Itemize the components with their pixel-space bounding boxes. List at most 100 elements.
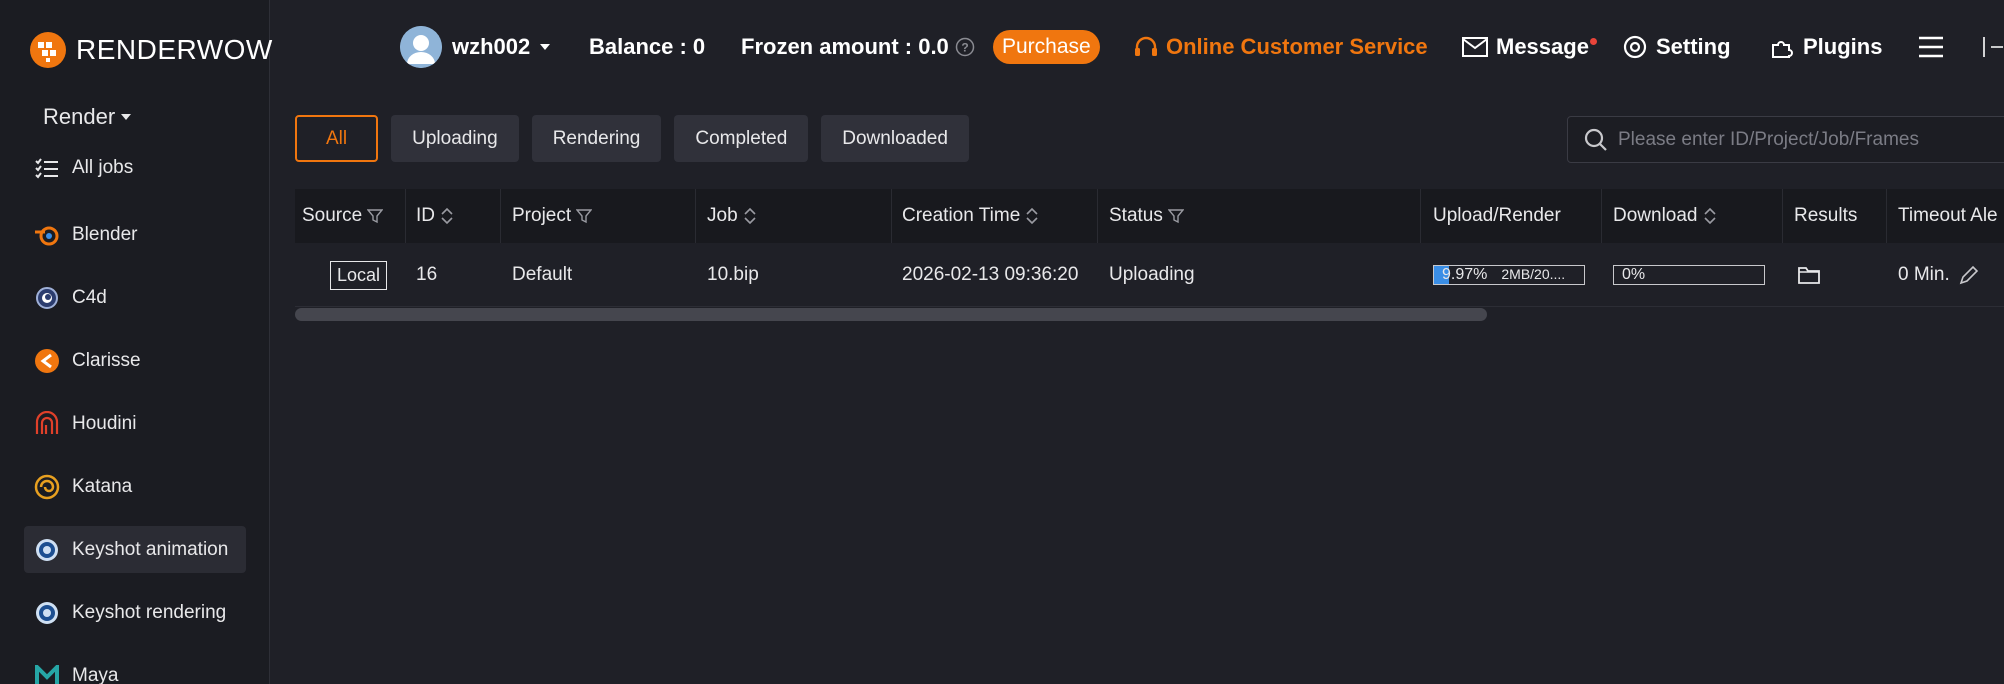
hamburger-menu-button[interactable]: [1918, 26, 1944, 68]
sidebar-item-label: Clarisse: [72, 349, 141, 371]
headset-icon: [1135, 36, 1157, 56]
search-placeholder: Please enter ID/Project/Job/Frames: [1618, 128, 1919, 150]
edit-pencil-icon[interactable]: [1958, 264, 1980, 286]
column-download[interactable]: Download: [1613, 189, 1717, 243]
column-status[interactable]: Status: [1109, 189, 1184, 243]
logo: RENDERWOW: [28, 30, 273, 70]
setting-label: Setting: [1656, 34, 1731, 59]
sort-icon[interactable]: [440, 207, 454, 225]
katana-icon: [34, 474, 60, 500]
keyshot-icon: [34, 537, 60, 563]
tab-downloaded[interactable]: Downloaded: [821, 115, 969, 162]
avatar: [400, 26, 442, 68]
sidebar-item-keyshot-rendering[interactable]: Keyshot rendering: [24, 589, 246, 636]
tab-all[interactable]: All: [295, 115, 379, 162]
column-upload-render: Upload/Render: [1433, 189, 1561, 243]
unread-dot: [1589, 38, 1597, 45]
column-source[interactable]: Source: [302, 189, 384, 243]
jobs-table: Source ID Project Job Creation Time Stat…: [295, 189, 2004, 307]
minimize-button[interactable]: [1983, 26, 2003, 68]
sidebar-item-all-jobs[interactable]: All jobs: [24, 148, 246, 188]
tab-uploading[interactable]: Uploading: [391, 115, 519, 162]
column-label: Project: [512, 205, 572, 226]
filter-icon[interactable]: [367, 208, 384, 224]
upload-percent: 9.97%: [1442, 266, 1488, 283]
message-label: Message: [1496, 34, 1589, 59]
column-label: Status: [1109, 205, 1163, 226]
column-label: Source: [302, 205, 363, 226]
help-icon[interactable]: ?: [955, 37, 975, 57]
cell-status: Uploading: [1109, 264, 1195, 285]
column-results: Results: [1794, 189, 1857, 243]
column-project[interactable]: Project: [512, 189, 593, 243]
table-row[interactable]: Local 16 Default 10.bip 2026-02-13 09:36…: [295, 243, 2004, 307]
cell-upload-render: 9.97% 2MB/20....: [1433, 243, 1585, 307]
download-progress-bar: 0%: [1613, 265, 1765, 285]
sidebar-item-label: C4d: [72, 286, 107, 308]
column-creation-time[interactable]: Creation Time: [902, 189, 1039, 243]
caret-down-icon: [121, 114, 132, 120]
sort-icon[interactable]: [1703, 207, 1717, 225]
houdini-icon: [34, 410, 60, 437]
puzzle-icon: [1772, 41, 1793, 58]
svg-text:?: ?: [961, 41, 968, 55]
message-link[interactable]: Message: [1462, 26, 1597, 68]
message-label-wrap: Message: [1496, 34, 1597, 60]
setting-link[interactable]: Setting: [1622, 26, 1731, 68]
filter-icon[interactable]: [1167, 208, 1184, 224]
tab-completed[interactable]: Completed: [674, 115, 809, 162]
folder-icon[interactable]: [1797, 265, 1821, 285]
column-label: Upload/Render: [1433, 205, 1561, 226]
keyshot-icon: [34, 600, 60, 626]
username: wzh002: [452, 34, 531, 59]
column-label: Job: [707, 205, 738, 226]
c4d-icon: [34, 285, 60, 311]
sidebar-item-keyshot-animation[interactable]: Keyshot animation: [24, 526, 246, 573]
source-badge: Local: [330, 260, 388, 290]
search-icon: [1584, 128, 1607, 151]
cell-job: 10.bip: [707, 264, 759, 285]
renderwow-logo-icon: [30, 32, 66, 68]
sidebar-item-blender[interactable]: Blender: [24, 211, 246, 258]
search-input[interactable]: Please enter ID/Project/Job/Frames: [1567, 116, 2004, 163]
maya-icon: [34, 663, 60, 684]
plugins-label: Plugins: [1803, 34, 1883, 59]
sidebar-item-label: Blender: [72, 223, 138, 245]
sort-icon[interactable]: [1025, 207, 1039, 225]
online-customer-service-label: Online Customer Service: [1166, 34, 1428, 59]
hamburger-icon: [1919, 36, 1943, 58]
render-menu-label: Render: [43, 104, 116, 129]
sidebar-item-clarisse[interactable]: Clarisse: [24, 337, 246, 384]
upload-progress-bar: 9.97% 2MB/20....: [1433, 265, 1585, 285]
list-icon: [34, 155, 60, 181]
cell-project: Default: [512, 264, 573, 285]
sidebar-item-label: Houdini: [72, 412, 137, 434]
horizontal-scrollbar[interactable]: [295, 308, 1487, 321]
app-window: RENDERWOW Render All jobs Blender C4d Cl…: [0, 0, 2004, 684]
filter-icon[interactable]: [576, 208, 593, 224]
download-percent: 0%: [1622, 266, 1646, 283]
sidebar-item-katana[interactable]: Katana: [24, 463, 246, 510]
status-filter-tabs: All Uploading Rendering Completed Downlo…: [295, 115, 969, 162]
sidebar-item-label: Maya: [72, 664, 119, 684]
user-menu[interactable]: wzh002: [400, 26, 551, 68]
plugins-link[interactable]: Plugins: [1769, 26, 1882, 68]
tab-rendering[interactable]: Rendering: [531, 115, 662, 162]
caret-down-icon: [540, 44, 551, 50]
column-job[interactable]: Job: [707, 189, 757, 243]
frozen-amount: Frozen amount : 0.0 ?: [741, 26, 975, 68]
sidebar-item-label: All jobs: [72, 157, 134, 178]
sidebar-item-houdini[interactable]: Houdini: [24, 400, 246, 447]
sidebar-item-label: Keyshot animation: [72, 538, 229, 560]
column-label: ID: [416, 205, 435, 226]
sort-icon[interactable]: [743, 207, 757, 225]
purchase-button[interactable]: Purchase: [993, 30, 1100, 64]
column-id[interactable]: ID: [416, 189, 454, 243]
render-menu[interactable]: Render: [43, 104, 132, 130]
sidebar-item-maya[interactable]: Maya: [24, 652, 246, 684]
sidebar-item-c4d[interactable]: C4d: [24, 274, 246, 321]
column-label: Timeout Ale: [1898, 205, 1998, 226]
online-customer-service-link[interactable]: Online Customer Service: [1134, 26, 1428, 68]
column-timeout-alert: Timeout Ale: [1898, 189, 1998, 243]
minimize-icon: [1983, 37, 2003, 57]
